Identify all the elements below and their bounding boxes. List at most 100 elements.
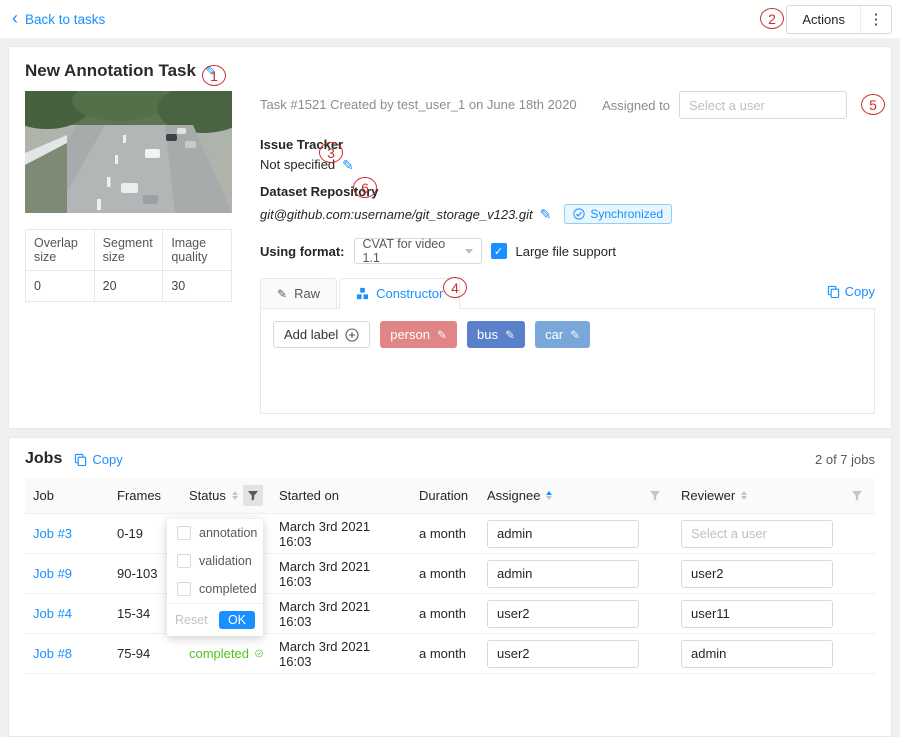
reviewer-filter-icon[interactable]	[846, 485, 867, 506]
pencil-icon[interactable]: ✎	[437, 328, 447, 342]
duration-cell: a month	[411, 522, 479, 545]
funnel-icon	[247, 490, 259, 502]
filter-reset-button[interactable]: Reset	[175, 613, 208, 627]
task-left-column: Overlap size Segment size Image quality …	[25, 91, 232, 414]
status-cell: completed	[181, 642, 271, 665]
filter-option-validation[interactable]: validation	[167, 547, 263, 575]
label-tag-bus-name: bus	[477, 327, 498, 342]
table-row: Job #3 0-19 March 3rd 2021 16:03 a month	[25, 514, 875, 554]
job-link[interactable]: Job #9	[25, 562, 109, 585]
pencil-icon[interactable]: ✎	[505, 328, 515, 342]
assignee-input[interactable]	[487, 560, 639, 588]
column-reviewer-label: Reviewer	[681, 488, 735, 503]
job-link[interactable]: Job #8	[25, 642, 109, 665]
copy-jobs-link[interactable]: Copy	[74, 452, 122, 467]
issue-tracker-block: Issue Tracker Not specified ✎	[260, 137, 875, 172]
checkbox-icon[interactable]	[177, 526, 191, 540]
task-title: New Annotation Task	[25, 61, 196, 81]
column-started-on: Started on	[271, 481, 411, 510]
assignee-input[interactable]	[487, 640, 639, 668]
duration-cell: a month	[411, 642, 479, 665]
tab-constructor[interactable]: Constructor	[339, 278, 460, 309]
jobs-title: Jobs	[25, 450, 62, 468]
task-assignee-select[interactable]	[679, 91, 847, 119]
assignee-filter-icon[interactable]	[644, 485, 665, 506]
frames-cell: 75-94	[109, 642, 181, 665]
task-preview-image	[25, 91, 232, 213]
column-frames: Frames	[109, 481, 181, 510]
filter-ok-button[interactable]: OK	[219, 611, 255, 629]
edit-issue-tracker-icon[interactable]: ✎	[342, 158, 354, 172]
assignee-input[interactable]	[487, 600, 639, 628]
jobs-table: Job Frames Status Started on Duration As…	[25, 478, 875, 674]
param-value-quality: 30	[163, 271, 232, 302]
label-tag-bus[interactable]: bus ✎	[467, 321, 525, 348]
format-row: Using format: CVAT for video 1.1 ✓ Large…	[260, 238, 875, 264]
format-select[interactable]: CVAT for video 1.1	[354, 238, 482, 264]
tab-constructor-label: Constructor	[376, 286, 443, 301]
param-header-quality: Image quality	[163, 230, 232, 271]
plus-circle-icon	[345, 328, 359, 342]
task-meta-text: Task #1521 Created by test_user_1 on Jun…	[260, 91, 577, 112]
table-row: Job #8 75-94 completed March 3rd 2021 16…	[25, 634, 875, 674]
large-file-support-checkbox[interactable]: ✓	[491, 243, 507, 259]
reviewer-input[interactable]	[681, 600, 833, 628]
checkbox-icon[interactable]	[177, 554, 191, 568]
reviewer-input[interactable]	[681, 560, 833, 588]
tab-raw-label: Raw	[294, 286, 320, 301]
column-status-label: Status	[189, 488, 226, 503]
column-reviewer[interactable]: Reviewer	[673, 478, 875, 513]
filter-option-label: completed	[199, 582, 257, 596]
job-link[interactable]: Job #3	[25, 522, 109, 545]
pencil-icon[interactable]: ✎	[570, 328, 580, 342]
param-value-overlap: 0	[26, 271, 95, 302]
edit-repository-icon[interactable]: ✎	[540, 207, 552, 221]
filter-option-annotation[interactable]: annotation	[167, 519, 263, 547]
tab-raw[interactable]: ✎ Raw	[260, 278, 337, 309]
label-constructor-panel: Add label person ✎ bus ✎ car ✎	[260, 308, 875, 414]
back-chevron-icon: ‹	[12, 9, 18, 27]
filter-option-label: annotation	[199, 526, 257, 540]
job-link[interactable]: Job #4	[25, 602, 109, 625]
chevron-down-icon	[465, 249, 473, 254]
status-filter-icon[interactable]	[243, 485, 263, 506]
param-value-segment: 20	[94, 271, 163, 302]
label-tag-car-name: car	[545, 327, 563, 342]
task-details-card: New Annotation Task ✎	[8, 46, 892, 429]
filter-option-completed[interactable]: completed	[167, 575, 263, 603]
reviewer-input[interactable]	[681, 640, 833, 668]
more-vertical-icon[interactable]: ⋮	[861, 6, 891, 33]
back-label: Back to tasks	[25, 12, 105, 27]
label-tag-car[interactable]: car ✎	[535, 321, 590, 348]
started-cell: March 3rd 2021 16:03	[271, 515, 411, 553]
reviewer-input[interactable]	[681, 520, 833, 548]
actions-label[interactable]: Actions	[787, 6, 861, 33]
sort-icons[interactable]	[741, 491, 747, 500]
check-circle-icon	[255, 647, 263, 660]
copy-labels-link[interactable]: Copy	[827, 284, 875, 299]
add-label-button[interactable]: Add label	[273, 321, 370, 348]
edit-title-icon[interactable]: ✎	[205, 64, 217, 78]
duration-cell: a month	[411, 562, 479, 585]
column-job: Job	[25, 481, 109, 510]
sort-icons[interactable]	[546, 491, 552, 500]
topbar: ‹ Back to tasks Actions ⋮	[0, 0, 900, 38]
assignee-input[interactable]	[487, 520, 639, 548]
column-assignee[interactable]: Assignee	[479, 478, 673, 513]
task-right-column: Task #1521 Created by test_user_1 on Jun…	[260, 91, 875, 414]
sort-icons[interactable]	[232, 491, 238, 500]
column-duration: Duration	[411, 481, 479, 510]
param-header-segment: Segment size	[94, 230, 163, 271]
checkbox-icon[interactable]	[177, 582, 191, 596]
assigned-to-label: Assigned to	[602, 98, 670, 113]
actions-button[interactable]: Actions ⋮	[786, 5, 892, 34]
jobs-card: Jobs Copy 2 of 7 jobs Job Frames Status …	[8, 437, 892, 737]
label-tag-person[interactable]: person ✎	[380, 321, 457, 348]
task-parameters-table: Overlap size Segment size Image quality …	[25, 229, 232, 302]
table-row: Job #4 15-34 March 3rd 2021 16:03 a mont…	[25, 594, 875, 634]
issue-tracker-label: Issue Tracker	[260, 137, 875, 152]
started-cell: March 3rd 2021 16:03	[271, 635, 411, 673]
back-to-tasks-link[interactable]: ‹ Back to tasks	[8, 11, 105, 27]
column-status[interactable]: Status	[181, 478, 271, 513]
issue-tracker-value: Not specified	[260, 157, 335, 172]
